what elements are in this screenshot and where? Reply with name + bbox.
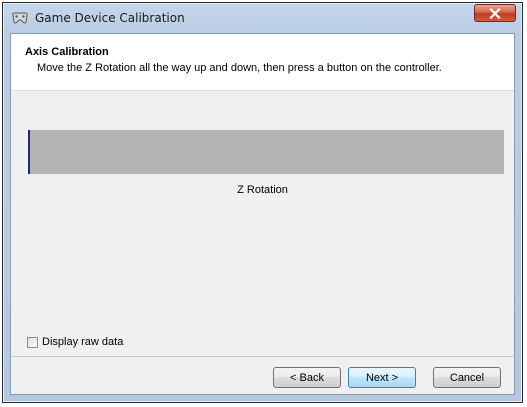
close-button[interactable] bbox=[474, 4, 516, 22]
page-instructions: Move the Z Rotation all the way up and d… bbox=[37, 62, 442, 74]
back-button[interactable]: < Back bbox=[273, 367, 341, 388]
cancel-button[interactable]: Cancel bbox=[433, 367, 501, 388]
calibration-window: Game Device Calibration Axis Calibration… bbox=[2, 2, 523, 403]
page-title: Axis Calibration bbox=[25, 46, 109, 58]
display-raw-data-checkbox[interactable] bbox=[27, 336, 38, 348]
axis-position-marker bbox=[28, 130, 30, 174]
next-button[interactable]: Next > bbox=[348, 367, 416, 388]
display-raw-data-option[interactable]: Display raw data bbox=[27, 334, 123, 350]
axis-label: Z Rotation bbox=[237, 184, 288, 196]
close-icon bbox=[489, 8, 501, 19]
title-bar[interactable]: Game Device Calibration bbox=[3, 3, 522, 33]
wizard-header: Axis Calibration Move the Z Rotation all… bbox=[11, 34, 514, 91]
axis-range-bar bbox=[28, 130, 504, 174]
window-title: Game Device Calibration bbox=[35, 11, 185, 25]
dialog-client-area: Axis Calibration Move the Z Rotation all… bbox=[10, 33, 515, 395]
display-raw-data-label: Display raw data bbox=[42, 336, 124, 348]
footer-divider bbox=[11, 356, 514, 357]
gamepad-icon bbox=[11, 11, 29, 25]
